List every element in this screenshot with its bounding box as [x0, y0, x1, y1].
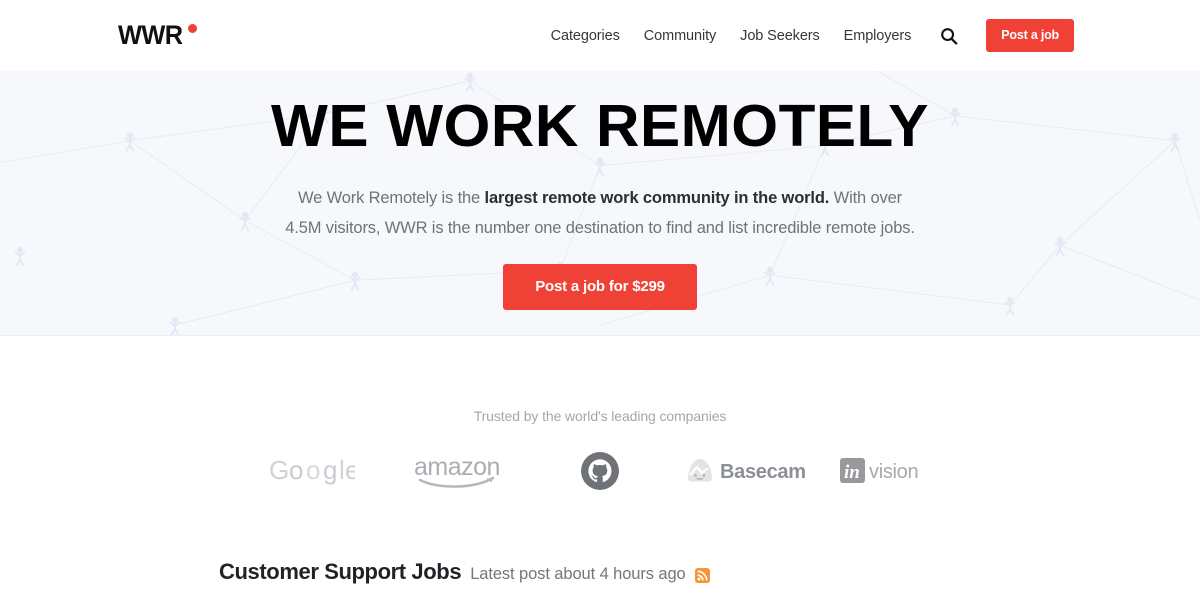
svg-text:G: G: [269, 456, 289, 485]
logo-text: WWR: [118, 20, 183, 50]
svg-text:o: o: [306, 456, 320, 485]
site-logo[interactable]: WWR: [118, 22, 197, 49]
hero-subtitle: We Work Remotely is the largest remote w…: [280, 183, 920, 243]
amazon-logo: amazon: [384, 449, 528, 493]
svg-text:e: e: [345, 456, 355, 485]
github-logo: [528, 449, 672, 493]
svg-text:amazon: amazon: [414, 453, 500, 481]
post-a-job-button[interactable]: Post a job: [986, 19, 1074, 52]
trusted-by-label: Trusted by the world's leading companies: [473, 408, 727, 424]
google-logo: G o o g l e: [240, 449, 384, 493]
page-root: WWR Categories Community Job Seekers Emp…: [0, 0, 1200, 600]
jobs-section-title: Customer Support Jobs: [219, 559, 462, 584]
main-navigation: Categories Community Job Seekers Employe…: [551, 19, 1074, 52]
jobs-section-header: Customer Support Jobs Latest post about …: [0, 559, 1200, 585]
nav-link-categories[interactable]: Categories: [551, 28, 620, 44]
post-a-job-cta-button[interactable]: Post a job for $299: [503, 264, 697, 310]
nav-link-community[interactable]: Community: [644, 28, 717, 44]
hero-content: WE WORK REMOTELY We Work Remotely is the…: [0, 71, 1200, 310]
svg-text:Basecamp: Basecamp: [720, 461, 806, 483]
page-title: WE WORK REMOTELY: [271, 93, 929, 159]
svg-text:o: o: [289, 456, 303, 485]
trusted-by-section: Trusted by the world's leading companies…: [0, 336, 1200, 493]
hero-section: WE WORK REMOTELY We Work Remotely is the…: [0, 71, 1200, 336]
search-icon[interactable]: [938, 25, 960, 47]
hero-subtitle-part1: We Work Remotely is the: [298, 189, 485, 207]
red-dot-icon: [187, 24, 197, 33]
site-header: WWR Categories Community Job Seekers Emp…: [0, 0, 1200, 71]
rss-icon[interactable]: [694, 568, 710, 583]
hero-subtitle-highlight: largest remote work community in the wor…: [484, 189, 830, 207]
svg-text:g: g: [323, 456, 337, 485]
basecamp-logo: Basecamp: [672, 449, 816, 493]
nav-link-job-seekers[interactable]: Job Seekers: [740, 28, 820, 44]
company-logos: G o o g l e amazon Basecam in vision: [0, 449, 1200, 493]
jobs-section-meta: Latest post about 4 hours ago: [470, 565, 686, 583]
nav-link-employers[interactable]: Employers: [844, 28, 912, 44]
svg-text:in: in: [844, 462, 860, 483]
invision-logo: in vision: [816, 449, 960, 493]
svg-text:vision: vision: [869, 461, 918, 483]
svg-text:l: l: [339, 456, 345, 485]
